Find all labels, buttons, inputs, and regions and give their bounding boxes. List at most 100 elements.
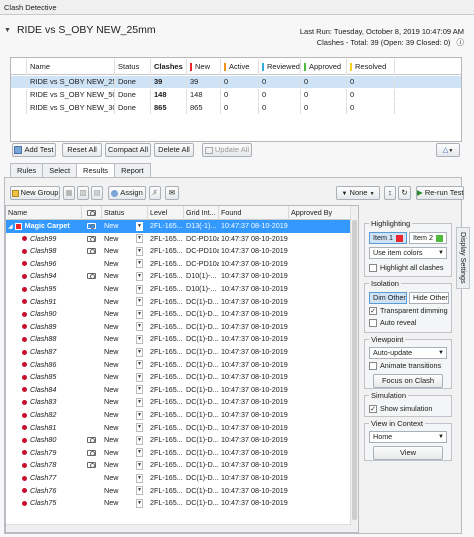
viewpoint-cell[interactable] xyxy=(82,296,102,309)
status-dropdown-icon[interactable]: ▼ xyxy=(136,423,143,433)
viewpoint-cell[interactable] xyxy=(82,422,102,435)
clash-status-dropdown[interactable]: New ▼ xyxy=(102,270,148,283)
viewpoint-cell[interactable] xyxy=(82,346,102,359)
viewpoint-cell[interactable] xyxy=(82,283,102,296)
status-dropdown-icon[interactable]: ▼ xyxy=(136,334,143,344)
status-dropdown-icon[interactable]: ▼ xyxy=(136,486,143,496)
clash-row[interactable]: Clash89 New ▼ 2FL-165... DC(1)-D... 10:47:37 … xyxy=(6,321,352,334)
explode-group-icon[interactable]: ▧ xyxy=(77,186,89,200)
clash-row[interactable]: Clash88 New ▼ 2FL-165... DC(1)-D... 10:47:37 … xyxy=(6,333,352,346)
tests-col-clashes[interactable]: Clashes xyxy=(151,59,187,75)
viewpoint-cell[interactable] xyxy=(82,497,102,510)
results-vertical-scrollbar[interactable] xyxy=(350,206,358,532)
display-settings-tab[interactable]: Display Settings xyxy=(456,227,470,289)
show-simulation-checkbox[interactable]: ✓ Show simulation xyxy=(369,404,432,414)
viewpoint-cell[interactable] xyxy=(82,233,102,246)
clash-row[interactable]: Clash98 New ▼ 2FL-165... DC-PD10a 10:47:37 08… xyxy=(6,245,352,258)
clash-status-dropdown[interactable]: New ▼ xyxy=(102,346,148,359)
results-col-level[interactable]: Level xyxy=(148,206,184,220)
clash-status-dropdown[interactable]: New ▼ xyxy=(102,321,148,334)
status-dropdown-icon[interactable]: ▼ xyxy=(136,284,143,294)
clash-status-dropdown[interactable]: New ▼ xyxy=(102,422,148,435)
tests-col-approved[interactable]: Approved xyxy=(301,59,347,75)
clash-row[interactable]: Clash82 New ▼ 2FL-165... DC(1)-D... 10:47:37 … xyxy=(6,409,352,422)
results-col-grid-int[interactable]: Grid Int... xyxy=(184,206,219,220)
clash-status-dropdown[interactable]: New ▼ xyxy=(102,220,148,233)
status-dropdown-icon[interactable]: ▼ xyxy=(136,372,143,382)
status-dropdown-icon[interactable]: ▼ xyxy=(136,360,143,370)
clean-groups-icon[interactable]: ▤ xyxy=(91,186,103,200)
reset-all-button[interactable]: Reset All xyxy=(62,143,102,157)
refresh-icon[interactable]: ↻ xyxy=(398,186,411,200)
clash-row[interactable]: Clash84 New ▼ 2FL-165... DC(1)-D... 10:47:37 … xyxy=(6,384,352,397)
viewpoint-cell[interactable] xyxy=(82,220,102,233)
viewpoint-mode-select[interactable]: Auto-update ▼ xyxy=(369,347,447,359)
update-all-button[interactable]: Update All xyxy=(202,143,252,157)
status-dropdown-icon[interactable]: ▼ xyxy=(136,460,143,470)
results-col-name[interactable]: Name xyxy=(6,206,82,220)
status-dropdown-icon[interactable]: ▼ xyxy=(136,410,143,420)
clash-row[interactable]: Clash94 New ▼ 2FL-165... D10(1)-... 10:47:37 … xyxy=(6,270,352,283)
status-dropdown-icon[interactable]: ▼ xyxy=(136,498,143,508)
test-header[interactable]: ▼ RIDE vs S_OBY NEW_25mm xyxy=(4,21,156,39)
tab-select[interactable]: Select xyxy=(42,163,78,177)
tests-col-status[interactable]: Status xyxy=(115,59,151,75)
clash-row[interactable]: Clash78 New ▼ 2FL-165... DC(1)-D... 10:47:37 … xyxy=(6,459,352,472)
viewpoint-cell[interactable] xyxy=(82,447,102,460)
tab-rules[interactable]: Rules xyxy=(10,163,44,177)
viewpoint-cell[interactable] xyxy=(82,258,102,271)
add-comment-icon[interactable]: ✉ xyxy=(165,186,179,200)
viewpoint-cell[interactable] xyxy=(82,359,102,372)
status-dropdown-icon[interactable]: ▼ xyxy=(136,309,143,319)
status-dropdown-icon[interactable]: ▼ xyxy=(136,259,143,269)
dim-other-button[interactable]: Dim Other xyxy=(369,292,407,304)
clash-row[interactable]: Clash87 New ▼ 2FL-165... DC(1)-D... 10:47:37 … xyxy=(6,346,352,359)
clash-status-dropdown[interactable]: New ▼ xyxy=(102,497,148,510)
viewpoint-cell[interactable] xyxy=(82,245,102,258)
status-dropdown-icon[interactable]: ▼ xyxy=(136,347,143,357)
new-group-button[interactable]: New Group xyxy=(10,186,60,200)
results-col-viewpoint[interactable] xyxy=(82,206,102,220)
clash-row[interactable]: Clash80 New ▼ 2FL-165... DC(1)-D... 10:47:37 … xyxy=(6,434,352,447)
filter-dropdown[interactable]: ▼ None ▼ xyxy=(336,186,380,200)
clash-status-dropdown[interactable]: New ▼ xyxy=(102,245,148,258)
tab-results[interactable]: Results xyxy=(76,163,116,178)
clash-row[interactable]: Clash79 New ▼ 2FL-165... DC(1)-D... 10:47:37 … xyxy=(6,447,352,460)
focus-on-clash-button[interactable]: Focus on Clash xyxy=(373,374,443,388)
status-dropdown-icon[interactable]: ▼ xyxy=(136,221,143,231)
viewpoint-cell[interactable] xyxy=(82,396,102,409)
item2-color-button[interactable]: Item 2 xyxy=(409,232,447,244)
viewpoint-cell[interactable] xyxy=(82,270,102,283)
status-dropdown-icon[interactable]: ▼ xyxy=(136,473,143,483)
status-dropdown-icon[interactable]: ▼ xyxy=(136,322,143,332)
clash-status-dropdown[interactable]: New ▼ xyxy=(102,283,148,296)
clash-status-dropdown[interactable]: New ▼ xyxy=(102,371,148,384)
clash-status-dropdown[interactable]: New ▼ xyxy=(102,396,148,409)
results-horizontal-scrollbar[interactable] xyxy=(6,524,352,532)
status-dropdown-icon[interactable]: ▼ xyxy=(136,397,143,407)
clash-status-dropdown[interactable]: New ▼ xyxy=(102,472,148,485)
tests-col-active[interactable]: Active xyxy=(221,59,259,75)
clash-row[interactable]: Clash95 New ▼ 2FL-165... D10(1)-... 10:47:37 … xyxy=(6,283,352,296)
clash-row[interactable]: Clash75 New ▼ 2FL-165... DC(1)-D... 10:47:37 … xyxy=(6,497,352,510)
viewpoint-cell[interactable] xyxy=(82,333,102,346)
export-menu-button[interactable]: △▼ xyxy=(436,143,460,157)
viewpoint-cell[interactable] xyxy=(82,472,102,485)
status-dropdown-icon[interactable]: ▼ xyxy=(136,448,143,458)
clash-status-dropdown[interactable]: New ▼ xyxy=(102,459,148,472)
clash-row[interactable]: Clash86 New ▼ 2FL-165... DC(1)-D... 10:47:37 … xyxy=(6,359,352,372)
viewpoint-cell[interactable] xyxy=(82,409,102,422)
test-row[interactable]: RIDE vs S_OBY NEW_50mmDone1481480000 xyxy=(11,89,461,101)
clash-status-dropdown[interactable]: New ▼ xyxy=(102,359,148,372)
tests-col-name[interactable]: Name xyxy=(27,59,115,75)
highlight-mode-select[interactable]: Use item colors ▼ xyxy=(369,247,447,259)
clash-status-dropdown[interactable]: New ▼ xyxy=(102,434,148,447)
viewpoint-cell[interactable] xyxy=(82,321,102,334)
clash-status-dropdown[interactable]: New ▼ xyxy=(102,447,148,460)
clash-row[interactable]: Clash91 New ▼ 2FL-165... DC(1)-D... 10:47:37 … xyxy=(6,296,352,309)
status-dropdown-icon[interactable]: ▼ xyxy=(136,271,143,281)
expand-group-icon[interactable]: ◢ xyxy=(8,224,13,230)
delete-all-button[interactable]: Delete All xyxy=(154,143,194,157)
clash-status-dropdown[interactable]: New ▼ xyxy=(102,296,148,309)
tests-col-reviewed[interactable]: Reviewed xyxy=(259,59,301,75)
